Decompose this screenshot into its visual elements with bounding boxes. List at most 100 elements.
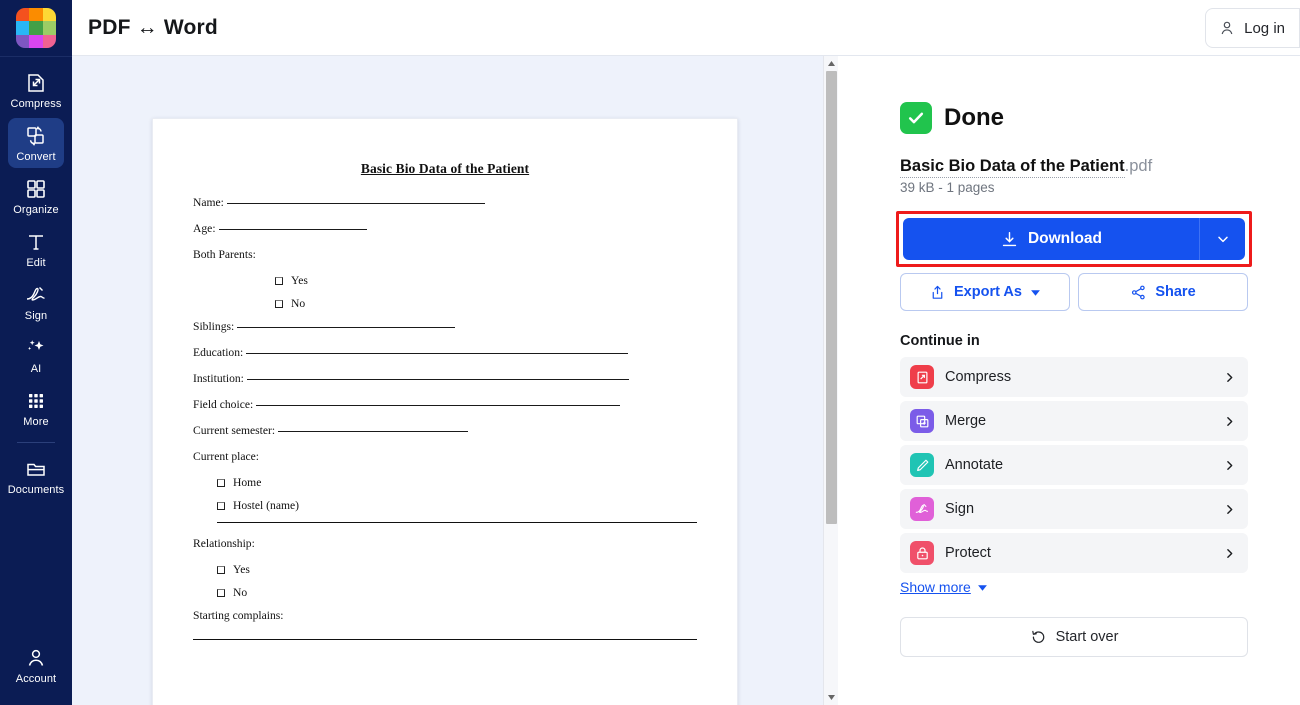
sidebar-item-organize[interactable]: Organize	[8, 171, 64, 221]
login-label: Log in	[1244, 19, 1285, 37]
merge-tool-icon	[910, 409, 934, 433]
scrollbar-up-button[interactable]	[824, 56, 838, 71]
share-up-icon	[932, 285, 943, 299]
page-title: PDF ↔ Word	[88, 15, 218, 39]
doc-field-label: Current semester:	[193, 424, 276, 437]
sign-tool-icon	[910, 497, 934, 521]
doc-blank-line	[193, 639, 697, 640]
organize-icon	[27, 180, 45, 198]
doc-field-label: Name:	[193, 196, 224, 209]
continue-item-annotate[interactable]: Annotate	[900, 445, 1248, 485]
sidebar-item-convert[interactable]: Convert	[8, 118, 64, 168]
protect-tool-icon	[910, 541, 934, 565]
annotate-tool-icon	[910, 453, 934, 477]
doc-field-label: Relationship:	[193, 537, 255, 550]
continue-item-merge[interactable]: Merge	[900, 401, 1248, 441]
scroll-down-arrow	[828, 695, 835, 700]
chevron-right-icon	[1227, 504, 1233, 514]
download-icon	[1002, 231, 1017, 246]
sidebar-label-organize: Organize	[13, 204, 59, 216]
download-highlight-box: Download	[896, 211, 1252, 267]
sidebar-item-account[interactable]: Account	[8, 640, 64, 690]
checkbox-label: Yes	[291, 274, 308, 287]
checkbox-icon	[217, 565, 225, 574]
caret-down-icon	[1031, 289, 1040, 296]
sidebar-label-more: More	[23, 416, 49, 428]
doc-field-label: Current place:	[193, 450, 259, 463]
doc-field-label: Education:	[193, 346, 244, 359]
logo-container[interactable]	[0, 0, 72, 57]
check-icon	[908, 112, 924, 124]
continue-label: Annotate	[945, 457, 1004, 473]
download-button-group: Download	[903, 218, 1245, 260]
sidebar-label-compress: Compress	[10, 98, 62, 110]
continue-in-title: Continue in	[900, 333, 980, 349]
doc-checkbox-place-hostel: Hostel (name)	[193, 499, 697, 512]
export-as-label: Export As	[954, 284, 1022, 300]
continue-label: Protect	[945, 545, 991, 561]
smallpdf-logo	[16, 8, 56, 48]
doc-field-field-choice: Field choice:	[193, 398, 697, 411]
scroll-up-arrow	[828, 61, 835, 66]
doc-checkbox-place-home: Home	[193, 476, 697, 489]
download-options-button[interactable]	[1199, 218, 1245, 260]
sidebar-item-documents[interactable]: Documents	[8, 451, 64, 501]
share-nodes-icon	[1132, 285, 1146, 299]
grid-dots-icon	[29, 394, 43, 408]
app-root: Compress Convert Organize Edit Sign AI M…	[0, 0, 1300, 705]
user-icon	[1221, 21, 1233, 35]
doc-checkbox-relationship-yes: Yes	[193, 563, 697, 576]
export-as-button[interactable]: Export As	[900, 273, 1070, 311]
sidebar-label-ai: AI	[30, 363, 42, 375]
sidebar-label-account: Account	[15, 673, 57, 685]
doc-field-institution: Institution:	[193, 372, 697, 385]
doc-field-education: Education:	[193, 346, 697, 359]
checkbox-icon	[217, 588, 225, 597]
doc-field-label: Starting complains:	[193, 609, 284, 622]
convert-icon	[27, 126, 44, 146]
document-content: Basic Bio Data of the Patient Name: Age:…	[153, 119, 737, 640]
continue-label: Compress	[945, 369, 1012, 385]
scrollbar-thumb[interactable]	[826, 71, 837, 524]
scrollbar-down-button[interactable]	[824, 690, 838, 705]
share-button[interactable]: Share	[1078, 273, 1248, 311]
show-more-button[interactable]: Show more	[900, 579, 988, 595]
checkbox-label: Hostel (name)	[233, 499, 299, 512]
continue-item-protect[interactable]: Protect	[900, 533, 1248, 573]
continue-item-compress[interactable]: Compress	[900, 357, 1248, 397]
sidebar-item-edit[interactable]: Edit	[8, 224, 64, 274]
result-panel: Done Basic Bio Data of the Patient.pdf 3…	[838, 56, 1300, 705]
doc-field-starting-complains: Starting complains:	[193, 609, 697, 622]
sidebar-item-sign[interactable]: Sign	[8, 277, 64, 327]
continue-in-list: Compress Merge Annotate Sign Protect	[900, 357, 1248, 573]
viewer-scrollbar[interactable]	[823, 56, 838, 705]
doc-field-age: Age:	[193, 222, 697, 235]
start-over-button[interactable]: Start over	[900, 617, 1248, 657]
file-name[interactable]: Basic Bio Data of the Patient.pdf	[900, 156, 1248, 178]
chevron-right-icon	[1227, 416, 1233, 426]
file-basename[interactable]: Basic Bio Data of the Patient	[900, 157, 1125, 178]
sidebar-item-more[interactable]: More	[8, 383, 64, 433]
checkbox-label: Yes	[233, 563, 250, 576]
share-label: Share	[1155, 284, 1196, 300]
checkbox-icon	[275, 276, 283, 285]
login-button[interactable]: Log in	[1205, 8, 1300, 48]
continue-item-sign[interactable]: Sign	[900, 489, 1248, 529]
status-row: Done	[900, 102, 1248, 134]
download-button[interactable]: Download	[903, 218, 1199, 260]
file-extension: .pdf	[1124, 157, 1153, 175]
edit-text-icon	[29, 235, 43, 250]
continue-label: Merge	[945, 413, 987, 429]
secondary-actions: Export As Share	[900, 273, 1248, 311]
doc-field-label: Institution:	[193, 372, 244, 385]
checkbox-label: No	[233, 586, 248, 599]
doc-checkbox-parents-no: No	[193, 297, 697, 310]
doc-field-siblings: Siblings:	[193, 320, 697, 333]
show-more-label: Show more	[900, 579, 971, 595]
sidebar-item-ai[interactable]: AI	[8, 330, 64, 380]
checkbox-icon	[217, 501, 225, 510]
doc-checkbox-parents-yes: Yes	[193, 274, 697, 287]
sidebar-nav: Compress Convert Organize Edit Sign AI M…	[0, 57, 72, 504]
sidebar-item-compress[interactable]: Compress	[8, 65, 64, 115]
sidebar-divider	[17, 442, 55, 443]
